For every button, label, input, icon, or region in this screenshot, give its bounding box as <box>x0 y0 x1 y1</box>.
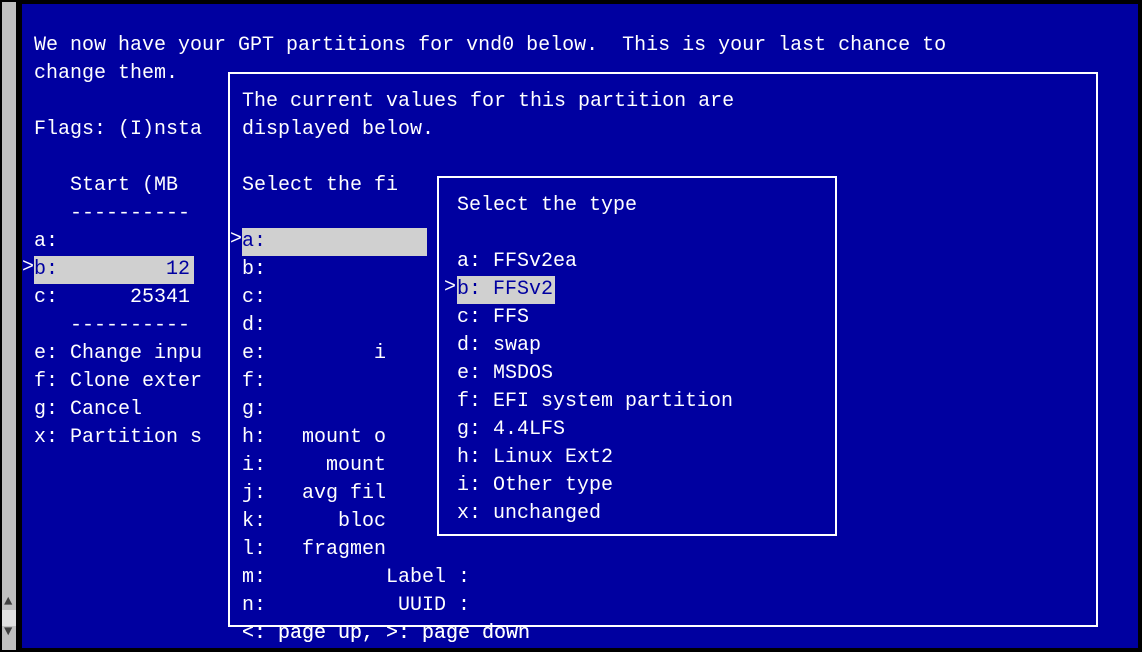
box1-pager-hint: <: page up, >: page down <box>242 620 530 648</box>
type-item-x[interactable]: x: unchanged <box>457 500 601 528</box>
box1-item-a-selected[interactable]: a: <box>242 228 427 256</box>
divider-1: ---------- <box>34 200 190 228</box>
box1-item-e[interactable]: e: i <box>242 340 386 368</box>
type-item-c[interactable]: c: FFS <box>457 304 529 332</box>
box1-item-h[interactable]: h: mount o <box>242 424 386 452</box>
box1-item-g[interactable]: g: <box>242 396 266 424</box>
bg-item-x[interactable]: x: Partition s <box>34 424 202 452</box>
box1-item-k[interactable]: k: bloc <box>242 508 386 536</box>
type-item-b-selected[interactable]: b: FFSv2 <box>457 276 555 304</box>
bg-item-c[interactable]: c: 25341 <box>34 284 190 312</box>
box1-item-c[interactable]: c: <box>242 284 266 312</box>
box1-item-n[interactable]: n: UUID : <box>242 592 470 620</box>
main-area: We now have your GPT partitions for vnd0… <box>18 0 1142 652</box>
scroll-down-icon[interactable]: ▼ <box>4 627 14 637</box>
type-item-a[interactable]: a: FFSv2ea <box>457 248 577 276</box>
bg-item-e[interactable]: e: Change inpu <box>34 340 202 368</box>
caret-bg: > <box>22 256 34 279</box>
flags-label: Flags: (I)nsta <box>34 116 202 144</box>
select-type-dialog: Select the type a: FFSv2ea > b: FFSv2 c:… <box>437 176 837 536</box>
box1-item-d[interactable]: d: <box>242 312 266 340</box>
caret-box2: > <box>444 276 456 299</box>
box1-item-b[interactable]: b: <box>242 256 266 284</box>
type-item-d[interactable]: d: swap <box>457 332 541 360</box>
box1-item-i[interactable]: i: mount <box>242 452 386 480</box>
start-header: Start (MB <box>34 172 178 200</box>
box1-line2: displayed below. <box>242 116 434 144</box>
scroll-up-icon[interactable]: ▲ <box>4 597 14 607</box>
bg-item-a[interactable]: a: <box>34 228 58 256</box>
intro-line-2: change them. <box>34 60 178 88</box>
type-item-h[interactable]: h: Linux Ext2 <box>457 444 613 472</box>
type-item-e[interactable]: e: MSDOS <box>457 360 553 388</box>
box1-select-prompt: Select the fi <box>242 172 398 200</box>
bg-item-f[interactable]: f: Clone exter <box>34 368 202 396</box>
bg-item-g[interactable]: g: Cancel <box>34 396 142 424</box>
box1-item-l[interactable]: l: fragmen <box>242 536 386 564</box>
caret-box1: > <box>230 228 242 251</box>
type-item-f[interactable]: f: EFI system partition <box>457 388 733 416</box>
intro-line-1: We now have your GPT partitions for vnd0… <box>34 32 946 60</box>
box1-item-j[interactable]: j: avg fil <box>242 480 386 508</box>
box1-item-m[interactable]: m: Label : <box>242 564 470 592</box>
type-item-g[interactable]: g: 4.4LFS <box>457 416 565 444</box>
box1-item-f[interactable]: f: <box>242 368 266 396</box>
divider-2: ---------- <box>34 312 190 340</box>
type-item-i[interactable]: i: Other type <box>457 472 613 500</box>
bg-item-b-selected[interactable]: b: 12 <box>34 256 194 284</box>
screen: ▲ ▼ We now have your GPT partitions for … <box>0 0 1142 652</box>
box1-line1: The current values for this partition ar… <box>242 88 734 116</box>
scrollbar[interactable]: ▲ ▼ <box>0 0 18 652</box>
box2-title: Select the type <box>457 192 637 220</box>
